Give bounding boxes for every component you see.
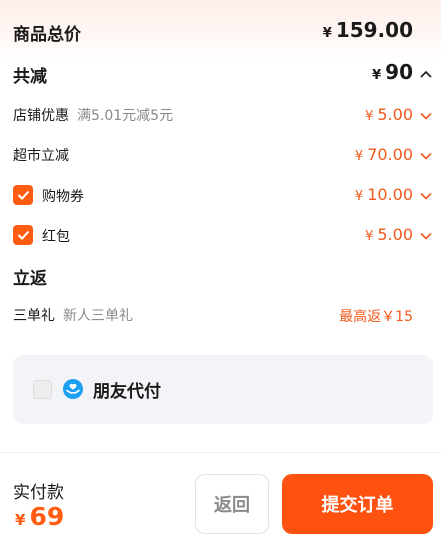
chevron-down-icon[interactable]	[419, 189, 433, 203]
total-price-label: 商品总价	[13, 25, 81, 45]
submit-order-button[interactable]: 提交订单	[282, 474, 433, 534]
discount-label: 购物券	[42, 189, 84, 205]
discount-label: 店铺优惠 满5.01元减5元	[13, 108, 174, 124]
discount-row-coupon[interactable]: 购物券 ¥10.00	[0, 183, 441, 207]
discount-value: ¥5.00	[365, 105, 413, 124]
friend-pay-card[interactable]: 朋友代付	[13, 355, 433, 424]
footer-divider	[0, 452, 441, 453]
rebate-title: 立返	[13, 269, 47, 289]
chevron-down-icon[interactable]	[419, 149, 433, 163]
checkbox-checked-icon[interactable]	[13, 225, 33, 245]
discount-row-shop[interactable]: 店铺优惠 满5.01元减5元 ¥5.00	[0, 104, 441, 126]
pay-amount-value: ¥69	[15, 502, 65, 531]
total-discount-value: ¥90	[372, 60, 413, 84]
rebate-value: 最高返￥15	[339, 309, 413, 325]
rebate-section: 立返	[0, 263, 441, 289]
discount-value: ¥70.00	[354, 145, 413, 164]
discount-sub-label: 满5.01元减5元	[77, 108, 174, 124]
total-price-value: ¥159.00	[322, 18, 413, 42]
discount-value: ¥5.00	[365, 225, 413, 244]
rebate-label: 三单礼 新人三单礼	[13, 308, 133, 324]
rebate-row: 三单礼 新人三单礼 最高返￥15	[0, 304, 441, 326]
checkbox-checked-icon[interactable]	[13, 185, 33, 205]
chevron-up-icon[interactable]	[419, 67, 433, 81]
friend-pay-icon	[63, 379, 83, 399]
pay-amount-label: 实付款	[13, 483, 64, 503]
rebate-sub-label: 新人三单礼	[63, 308, 133, 324]
back-button[interactable]: 返回	[195, 474, 269, 534]
friend-pay-checkbox[interactable]	[33, 380, 52, 399]
discount-label: 超市立减	[13, 148, 69, 164]
total-price-row: 商品总价 ¥159.00	[0, 18, 441, 45]
discount-row-red-packet[interactable]: 红包 ¥5.00	[0, 223, 441, 247]
friend-pay-label: 朋友代付	[93, 382, 161, 402]
total-discount-row[interactable]: 共减 ¥90	[0, 60, 441, 87]
chevron-down-icon[interactable]	[419, 229, 433, 243]
discount-value: ¥10.00	[354, 185, 413, 204]
discount-row-supermarket[interactable]: 超市立减 ¥70.00	[0, 144, 441, 166]
total-discount-label: 共减	[13, 67, 47, 87]
discount-label: 红包	[42, 229, 70, 245]
chevron-down-icon[interactable]	[419, 109, 433, 123]
